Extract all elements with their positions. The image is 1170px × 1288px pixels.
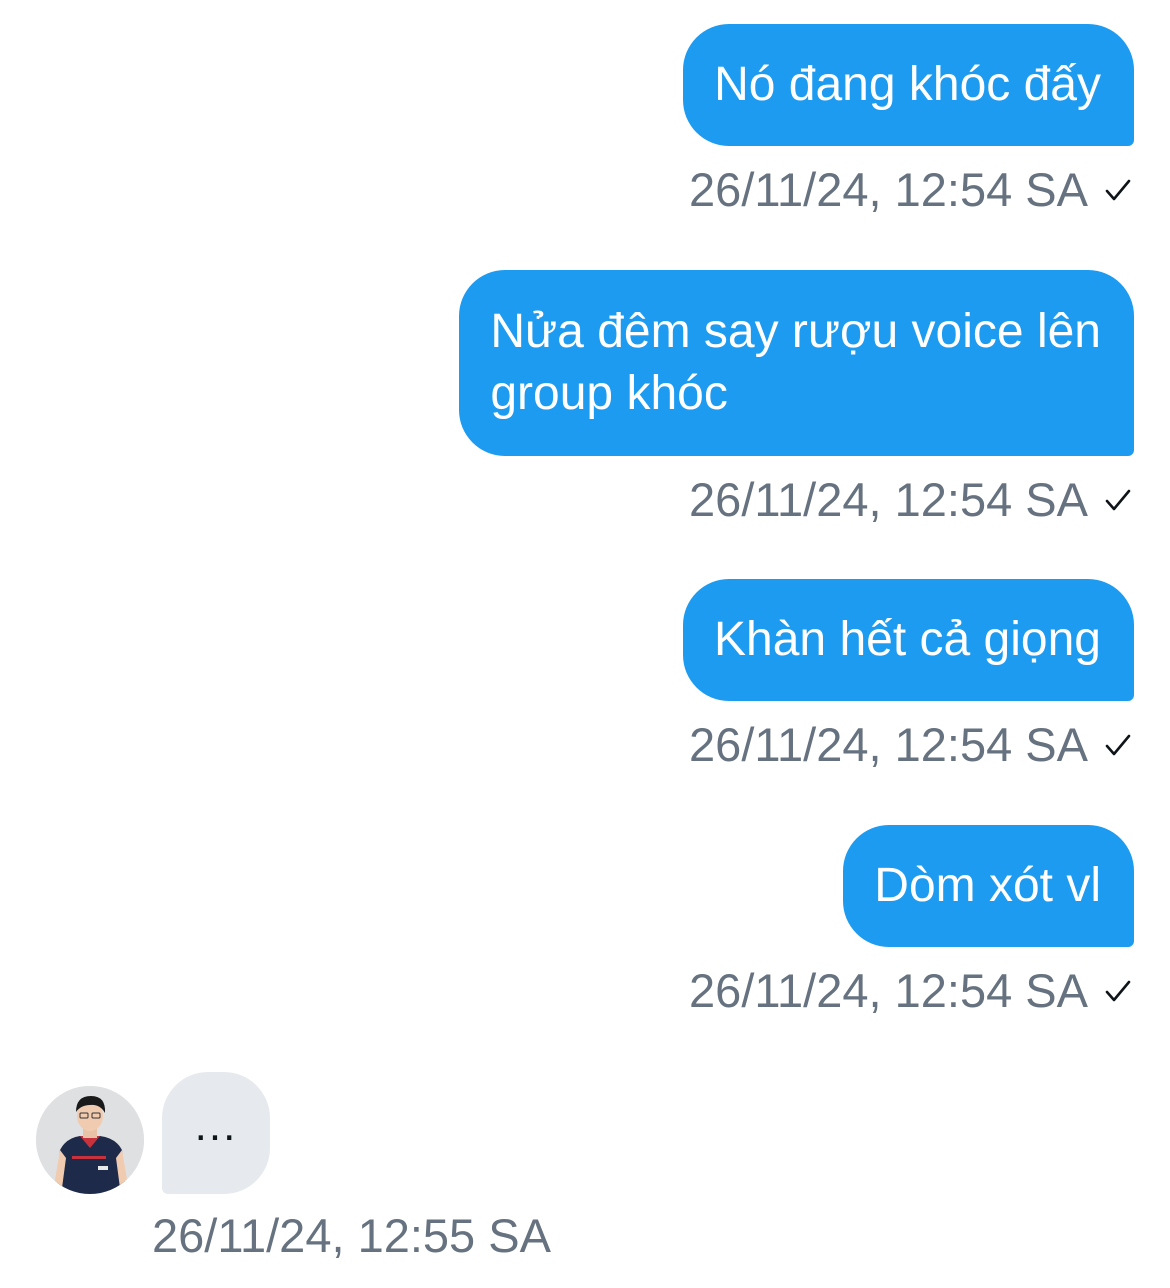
message-text: Nửa đêm say rượu voice lên group khóc: [490, 305, 1101, 420]
outgoing-message-bubble[interactable]: Khàn hết cả giọng: [683, 579, 1134, 701]
avatar-image: [36, 1086, 144, 1194]
message-meta: 26/11/24, 12:54 SA: [689, 963, 1134, 1019]
typing-indicator-bubble: ...: [162, 1072, 270, 1194]
outgoing-message-bubble[interactable]: Nửa đêm say rượu voice lên group khóc: [459, 270, 1134, 456]
check-icon: [1105, 179, 1131, 201]
outgoing-message-bubble[interactable]: Nó đang khóc đấy: [683, 24, 1134, 146]
check-icon: [1105, 980, 1131, 1002]
message-timestamp: 26/11/24, 12:54 SA: [689, 473, 1088, 526]
message-timestamp: 26/11/24, 12:55 SA: [152, 1209, 551, 1262]
message-meta: 26/11/24, 12:54 SA: [689, 472, 1134, 528]
typing-dots: ...: [194, 1101, 238, 1150]
message-meta: 26/11/24, 12:54 SA: [689, 717, 1134, 773]
outgoing-message-bubble[interactable]: Dòm xót vl: [843, 825, 1134, 947]
message-meta: 26/11/24, 12:54 SA: [689, 162, 1134, 218]
message-text: Nó đang khóc đấy: [714, 58, 1101, 111]
message-timestamp: 26/11/24, 12:54 SA: [689, 163, 1088, 216]
avatar[interactable]: [36, 1086, 144, 1194]
check-icon: [1105, 489, 1131, 511]
check-icon: [1105, 734, 1131, 756]
message-text: Dòm xót vl: [874, 859, 1101, 912]
chat-thread: Nó đang khóc đấy 26/11/24, 12:54 SA Nửa …: [0, 0, 1170, 1288]
message-timestamp: 26/11/24, 12:54 SA: [689, 718, 1088, 771]
message-text: Khàn hết cả giọng: [714, 613, 1101, 666]
message-timestamp: 26/11/24, 12:54 SA: [689, 964, 1088, 1017]
